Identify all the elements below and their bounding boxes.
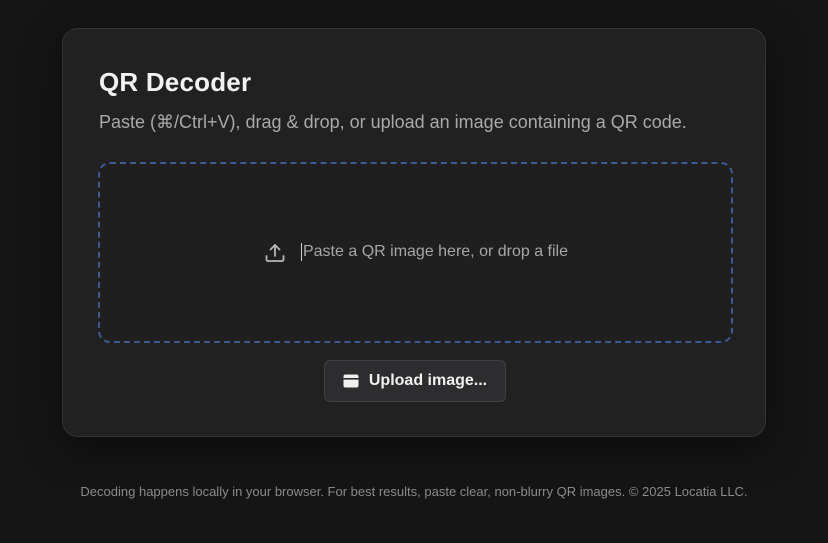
upload-image-button[interactable]: Upload image... [324,360,506,402]
upload-icon [263,241,287,265]
page-subtitle: Paste (⌘/Ctrl+V), drag & drop, or upload… [99,112,687,132]
upload-button-label: Upload image... [368,372,488,389]
card-icon [343,374,359,388]
drop-zone-content: Paste a QR image here, or drop a file [263,241,568,265]
paste-drop-zone[interactable]: Paste a QR image here, or drop a file [98,162,733,343]
text-caret [300,243,302,262]
page-title: QR Decoder [99,67,252,97]
decoder-card: QR Decoder Paste (⌘/Ctrl+V), drag & drop… [62,28,766,437]
footer-note: Decoding happens locally in your browser… [80,484,748,499]
drop-zone-prompt: Paste a QR image here, or drop a file [302,243,569,261]
drop-zone-prompt-wrap: Paste a QR image here, or drop a file [300,243,569,262]
